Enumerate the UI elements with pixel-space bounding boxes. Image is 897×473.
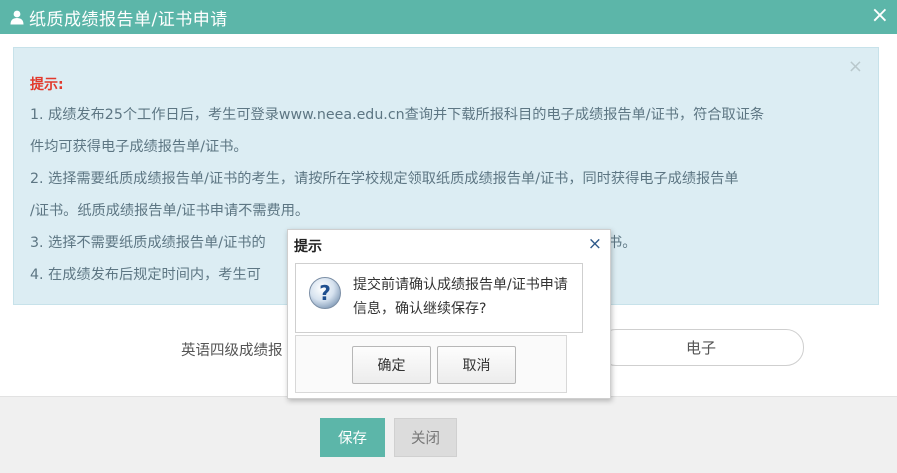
question-icon: ? (309, 277, 341, 309)
tips-line: 1. 成绩发布25个工作日后，考生可登录www.neea.edu.cn查询并下载… (30, 107, 765, 123)
tips-line: 书。 (608, 235, 637, 251)
dialog-button-area: 确定 取消 (295, 335, 567, 393)
confirm-cancel-button[interactable]: 取消 (437, 346, 516, 384)
confirm-ok-button[interactable]: 确定 (352, 346, 431, 384)
option-electronic[interactable]: 电子 (598, 329, 804, 366)
window-titlebar: 纸质成绩报告单/证书申请 × (0, 0, 897, 34)
tips-line: 3. 选择不需要纸质成绩报告单/证书的 (30, 235, 266, 251)
tips-line: 2. 选择需要纸质成绩报告单/证书的考生，请按所在学校规定领取纸质成绩报告单/证… (30, 171, 739, 187)
window-title: 纸质成绩报告单/证书申请 (29, 9, 228, 30)
tips-line: 件均可获得电子成绩报告单/证书。 (30, 139, 248, 155)
user-icon (10, 10, 24, 25)
dialog-body: ? 提交前请确认成绩报告单/证书申请信息，确认继续保存? (295, 263, 583, 333)
svg-text:?: ? (319, 281, 331, 305)
close-button[interactable]: 关闭 (394, 418, 457, 457)
window-close-icon[interactable]: × (871, 4, 889, 28)
tips-line: /证书。纸质成绩报告单/证书申请不需费用。 (30, 203, 310, 219)
tips-line: 4. 在成绩发布后规定时间内，考生可 (30, 267, 261, 283)
tips-close-icon[interactable]: × (848, 56, 863, 77)
confirm-dialog: 提示 × ? 提交前请确认成绩报告单/证书申请信息，确认继续保存? 确定 取消 (287, 229, 611, 399)
dialog-message: 提交前请确认成绩报告单/证书申请信息，确认继续保存? (353, 277, 568, 317)
save-button[interactable]: 保存 (320, 418, 385, 457)
dialog-close-icon[interactable]: × (588, 234, 602, 254)
dialog-title: 提示 (294, 239, 322, 255)
tips-title: 提示: (30, 77, 64, 93)
form-row-label: 英语四级成绩报 (181, 343, 283, 359)
